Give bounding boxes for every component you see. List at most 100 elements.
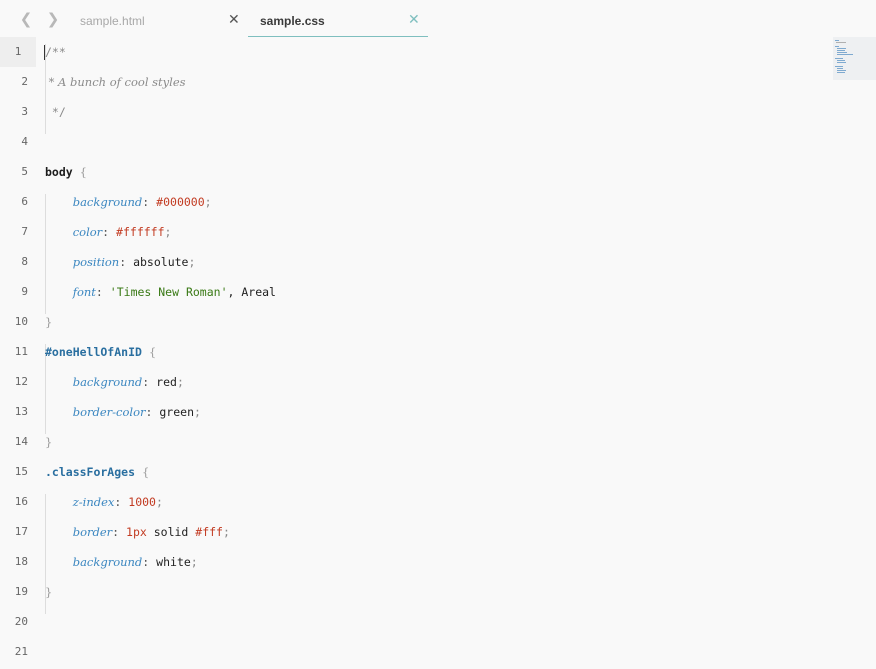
semicolon: ;: [222, 525, 230, 539]
brace: }: [45, 585, 53, 599]
line-number: 6: [21, 195, 28, 208]
line-number: 7: [21, 225, 28, 238]
minimap[interactable]: [833, 37, 876, 80]
tab-label: sample.css: [260, 14, 325, 28]
brace: {: [148, 345, 157, 359]
property: background: [72, 375, 143, 389]
semicolon: ;: [204, 195, 212, 209]
semicolon: ;: [188, 255, 196, 269]
line-number: 1: [0, 37, 36, 67]
semicolon: ;: [176, 375, 184, 389]
property: background: [72, 555, 143, 569]
value: solid: [146, 525, 196, 539]
property: border: [72, 525, 113, 539]
colon: :: [119, 255, 127, 269]
value: red: [156, 375, 177, 389]
tab-bar: ❮ ❯ sample.html ✕ sample.css ✕: [0, 0, 876, 37]
brace: }: [45, 315, 53, 329]
code-line: background: #000000;: [45, 187, 212, 217]
code-line: * A bunch of cool styles: [45, 67, 186, 97]
line-number: 13: [14, 405, 28, 418]
brace: }: [45, 435, 53, 449]
colon: :: [114, 495, 122, 509]
code-line: }: [45, 307, 52, 337]
line-number: 17: [14, 525, 28, 538]
value: 1px: [126, 525, 147, 539]
comment: * A bunch of cool styles: [45, 75, 186, 89]
comment: */: [45, 105, 66, 119]
line-number: 5: [21, 165, 28, 178]
code-line: color: #ffffff;: [45, 217, 172, 247]
tab-sample-html[interactable]: sample.html ✕: [70, 0, 246, 36]
code-line: body {: [45, 157, 87, 187]
line-number: 16: [14, 495, 28, 508]
colon: :: [142, 375, 150, 389]
value: white: [156, 555, 191, 569]
code-line: border: 1px solid #fff;: [45, 517, 230, 547]
tab-sample-css[interactable]: sample.css ✕: [248, 0, 428, 37]
tab-label: sample.html: [80, 14, 145, 28]
line-number: 4: [21, 135, 28, 148]
value: #fff: [195, 525, 223, 539]
code-line: background: white;: [45, 547, 198, 577]
code-line: position: absolute;: [45, 247, 196, 277]
close-icon[interactable]: ✕: [408, 11, 420, 29]
semicolon: ;: [190, 555, 198, 569]
line-number: 8: [21, 255, 28, 268]
line-number: 15: [14, 465, 28, 478]
line-number: 11: [14, 345, 28, 358]
value: absolute: [133, 255, 189, 269]
line-number: 21: [14, 645, 28, 658]
code-line: border-color: green;: [45, 397, 201, 427]
selector: #oneHellOfAnID: [45, 345, 142, 359]
selector: .classForAges: [45, 465, 136, 479]
line-number: 10: [14, 315, 28, 328]
value: green: [159, 405, 194, 419]
colon: :: [145, 405, 153, 419]
string: 'Times New Roman': [109, 285, 228, 299]
close-icon[interactable]: ✕: [228, 11, 240, 29]
selector: body: [45, 165, 73, 179]
colon: :: [142, 195, 150, 209]
brace: {: [141, 465, 150, 479]
chevron-right-icon[interactable]: ❯: [45, 10, 61, 28]
value: #ffffff: [116, 225, 165, 239]
line-number: 19: [14, 585, 28, 598]
code-line: #oneHellOfAnID {: [45, 337, 156, 367]
semicolon: ;: [194, 405, 201, 419]
code-line: .classForAges {: [45, 457, 149, 487]
colon: :: [95, 285, 103, 299]
line-number: 20: [14, 615, 28, 628]
brace: {: [79, 165, 87, 179]
code-line: /**: [45, 37, 66, 67]
code-line: z-index: 1000;: [45, 487, 163, 517]
line-number: 9: [21, 285, 28, 298]
line-number: 2: [21, 75, 28, 88]
semicolon: ;: [164, 225, 172, 239]
comment: /**: [45, 45, 66, 59]
line-number: 14: [14, 435, 28, 448]
line-number: 3: [21, 105, 28, 118]
value: #000000: [156, 195, 205, 209]
semicolon: ;: [155, 495, 163, 509]
code-line: }: [45, 577, 52, 607]
property: font: [72, 285, 96, 299]
value: 1000: [128, 495, 156, 509]
property: color: [72, 225, 103, 239]
code-line: }: [45, 427, 52, 457]
code-editor[interactable]: 1 2 3 4 5 6 7 8 9 10 11 12 13 14 15 16 1…: [0, 37, 876, 669]
value: , Areal: [227, 285, 276, 299]
colon: :: [142, 555, 150, 569]
colon: :: [112, 525, 120, 539]
property: z-index: [72, 495, 115, 509]
line-number: 18: [14, 555, 28, 568]
chevron-left-icon[interactable]: ❮: [18, 10, 34, 28]
code-line: background: red;: [45, 367, 184, 397]
property: position: [72, 255, 120, 269]
property: border-color: [72, 405, 146, 419]
code-line: font: 'Times New Roman', Areal: [45, 277, 276, 307]
code-line: */: [45, 97, 66, 127]
colon: :: [102, 225, 110, 239]
line-number: 12: [14, 375, 28, 388]
property: background: [72, 195, 143, 209]
